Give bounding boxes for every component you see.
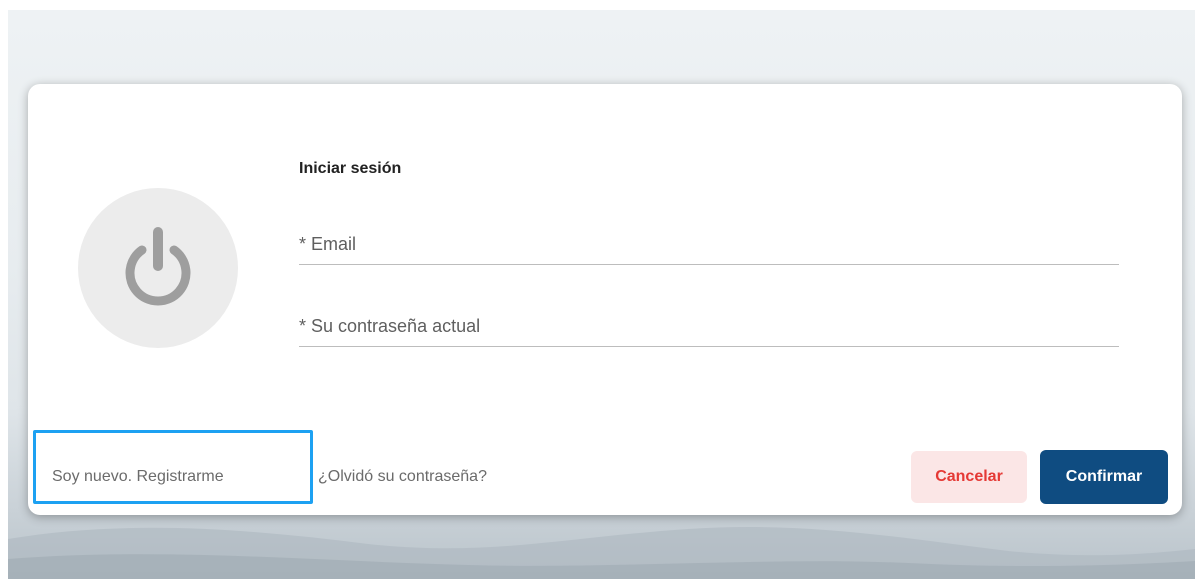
password-field[interactable] (299, 306, 1119, 347)
register-focus-outline (33, 430, 313, 504)
password-input[interactable] (299, 306, 1119, 346)
forgot-password-link[interactable]: ¿Olvidó su contraseña? (318, 468, 487, 486)
form-title: Iniciar sesión (299, 160, 402, 177)
login-dialog: Iniciar sesión Soy nuevo. Registrarme ¿O… (28, 84, 1182, 515)
email-field[interactable] (299, 224, 1119, 265)
confirm-button[interactable]: Confirmar (1040, 450, 1168, 504)
power-icon (125, 227, 191, 306)
register-link[interactable]: Soy nuevo. Registrarme (52, 468, 224, 486)
email-input[interactable] (299, 224, 1119, 264)
cancel-button[interactable]: Cancelar (911, 451, 1027, 503)
power-icon-circle (78, 188, 238, 348)
